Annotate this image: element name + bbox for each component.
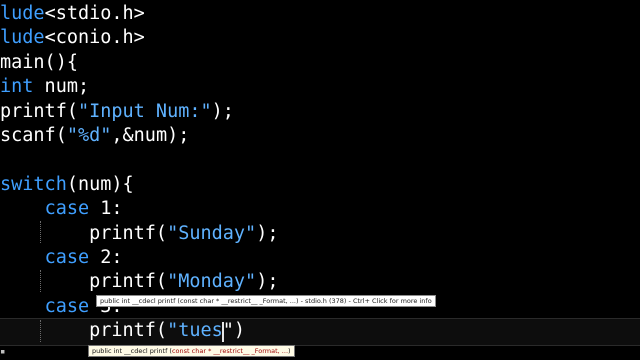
code-tail: ); [256,222,279,244]
code-rest: <conio.h> [44,27,145,49]
code-line[interactable]: lude<stdio.h> [0,2,145,26]
code-keyword: switch [0,173,67,195]
code-str: "Monday" [167,271,257,293]
margin-marker-icon: ▪ [0,347,6,357]
code-prefix: scanf( [0,125,67,146]
code-rest: (num){ [66,173,134,195]
code-keyword: case [44,295,90,317]
code-tail: ") [222,320,246,342]
param-info-current: const char * __restrict__ _Format, ... [171,347,289,355]
code-keyword: int [0,76,34,98]
code-prefix: main(){ [0,51,78,73]
param-info-suffix: ) [288,347,291,355]
code-prefix: printf( [0,271,168,293]
code-keyword: lude [0,3,45,24]
code-line[interactable]: printf("Input Num:"); [0,100,234,124]
code-keyword: lude [0,27,45,49]
code-prefix: printf( [0,100,78,122]
code-line[interactable]: printf("Monday"); [0,270,278,294]
hover-tooltip: public int __cdecl printf (const char * … [96,295,436,307]
code-prefix [0,198,45,219]
code-rest: 2: [89,247,123,268]
code-line[interactable]: case 1: [0,197,123,221]
code-line[interactable]: lude<conio.h> [0,26,145,50]
code-str: "Sunday" [167,222,257,244]
code-tail: ); [211,100,234,122]
code-prefix [0,296,45,317]
code-keyword: case [44,198,90,220]
code-editor[interactable]: lude<stdio.h> lude<conio.h> main(){int num… [0,0,640,360]
code-str: "tues [167,320,223,342]
code-line[interactable]: case 2: [0,246,123,270]
code-tail: ); [256,271,279,293]
code-line[interactable]: printf("tues") [0,319,245,343]
code-prefix [0,247,45,268]
param-info-prefix: public int __cdecl printf ( [92,347,172,355]
code-line[interactable]: printf("Sunday"); [0,222,278,246]
code-prefix: printf( [0,320,168,342]
code-keyword: case [44,247,90,268]
code-tail: ,&num); [111,125,190,146]
code-line[interactable]: scanf("%d",&num); [0,124,189,148]
code-rest: <stdio.h> [44,3,145,24]
code-str: "Input Num:" [77,100,212,122]
code-line[interactable]: main(){ [0,51,78,75]
code-prefix: printf( [0,222,168,244]
code-rest: 1: [89,198,123,220]
code-line[interactable]: switch(num){ [0,173,134,197]
code-str: "%d" [66,125,112,146]
parameter-info-tooltip: public int __cdecl printf (const char * … [88,345,295,357]
text-caret [222,322,224,342]
code-line[interactable]: int num; [0,75,89,99]
code-rest: num; [33,76,90,98]
